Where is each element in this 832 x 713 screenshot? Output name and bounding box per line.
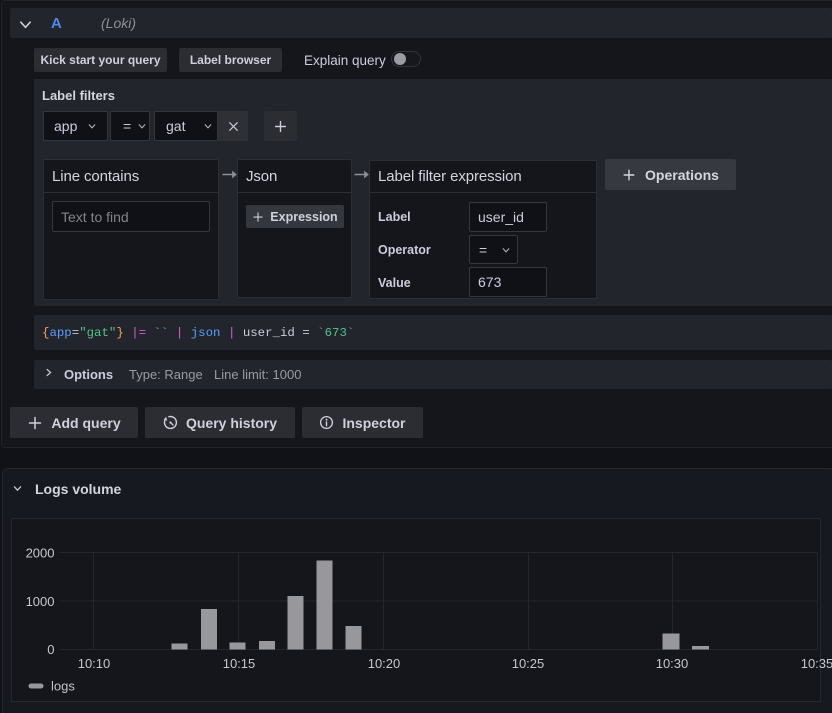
svg-text:10:10: 10:10: [78, 656, 111, 671]
svg-text:2000: 2000: [26, 546, 55, 561]
svg-text:logs: logs: [51, 679, 75, 694]
svg-text:10:25: 10:25: [512, 656, 545, 671]
svg-text:0: 0: [47, 642, 54, 657]
svg-text:10:15: 10:15: [223, 656, 256, 671]
svg-text:10:35: 10:35: [801, 656, 832, 671]
svg-text:10:20: 10:20: [368, 656, 401, 671]
svg-text:1000: 1000: [26, 594, 55, 609]
svg-text:10:30: 10:30: [656, 656, 689, 671]
